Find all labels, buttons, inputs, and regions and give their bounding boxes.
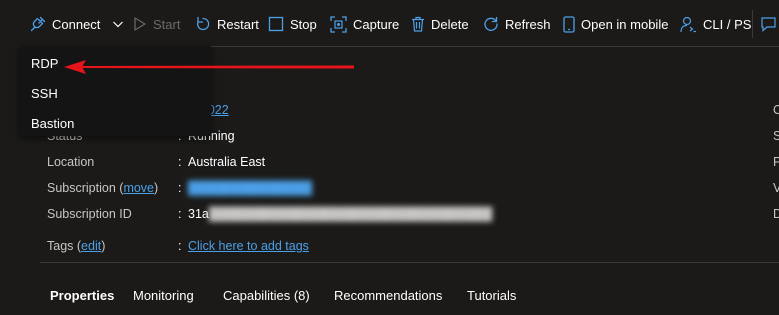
play-icon: [134, 17, 146, 31]
tags-colon: :: [178, 239, 182, 253]
annotation-arrow-icon: [64, 60, 354, 74]
restart-label: Restart: [217, 16, 259, 32]
stop-button[interactable]: Stop: [268, 0, 317, 48]
connect-label: Connect: [52, 16, 101, 32]
subscription-value-redacted[interactable]: ██████████████: [188, 181, 312, 195]
subscription-id-value: 31a████████████████████████████████: [188, 207, 492, 221]
person-terminal-icon: [680, 16, 696, 32]
subscription-label-text: Subscription: [47, 181, 116, 195]
command-bar: Connect Start Restart Stop Capture Delet…: [0, 0, 779, 48]
tab-recommendations[interactable]: Recommendations: [334, 288, 442, 303]
open-in-mobile-label: Open in mobile: [581, 16, 669, 32]
refresh-button[interactable]: Refresh: [483, 0, 551, 48]
trash-icon: [412, 16, 424, 32]
subscription-id-redacted: ████████████████████████████████: [208, 207, 493, 221]
plug-icon: [30, 16, 46, 32]
essentials-divider: [40, 262, 779, 263]
delete-button[interactable]: Delete: [411, 0, 469, 48]
toolbar-separator: [752, 10, 753, 38]
menu-item-ssh[interactable]: SSH: [20, 79, 211, 107]
right-column-label-5: D: [773, 207, 779, 221]
start-button[interactable]: Start: [133, 0, 180, 48]
open-in-mobile-button[interactable]: Open in mobile: [563, 0, 668, 48]
subscription-colon: :: [178, 181, 182, 195]
add-tags-link-text[interactable]: Click here to add tags: [188, 239, 309, 253]
restart-icon: [196, 16, 210, 31]
subscription-id-prefix: 31a: [188, 207, 209, 221]
edit-tags-link[interactable]: edit: [81, 239, 101, 253]
chevron-down-icon: [113, 21, 124, 28]
subscription-id-label: Subscription ID: [47, 207, 132, 221]
add-tags-link[interactable]: Click here to add tags: [188, 239, 309, 253]
location-value: Australia East: [188, 155, 266, 169]
right-column-label-4: V: [773, 181, 779, 195]
location-label: Location: [47, 155, 95, 169]
cli-ps-button[interactable]: CLI / PS: [680, 0, 751, 48]
mobile-phone-icon: [563, 15, 575, 33]
delete-label: Delete: [431, 16, 469, 32]
capture-button[interactable]: Capture: [330, 0, 399, 48]
capture-label: Capture: [353, 16, 400, 32]
tab-monitoring[interactable]: Monitoring: [133, 288, 194, 303]
subscription-id-colon: :: [178, 207, 182, 221]
right-column-label-3: P: [773, 155, 779, 169]
toolbar-bottom-border: [211, 46, 779, 47]
tab-tutorials[interactable]: Tutorials: [467, 288, 516, 303]
refresh-icon: [484, 16, 498, 31]
tags-label-text: Tags: [47, 239, 74, 253]
start-label: Start: [153, 16, 181, 32]
refresh-label: Refresh: [505, 16, 551, 32]
location-colon: :: [178, 155, 182, 169]
menu-item-bastion[interactable]: Bastion: [20, 109, 211, 137]
connect-button[interactable]: Connect: [30, 0, 124, 48]
stop-icon: [268, 16, 284, 32]
right-column-label-1: O: [773, 103, 779, 117]
capture-icon: [330, 15, 347, 33]
tab-capabilities[interactable]: Capabilities (8): [223, 288, 310, 303]
tags-label: Tags (edit): [47, 239, 106, 253]
cli-ps-label: CLI / PS: [703, 16, 752, 32]
feedback-button[interactable]: [760, 0, 777, 48]
subscription-label: Subscription (move): [47, 181, 159, 195]
move-link[interactable]: move: [123, 181, 154, 195]
right-column-label-2: S: [773, 129, 779, 143]
restart-button[interactable]: Restart: [195, 0, 259, 48]
stop-label: Stop: [290, 16, 317, 32]
feedback-icon: [761, 16, 776, 32]
tab-properties[interactable]: Properties: [50, 288, 114, 303]
